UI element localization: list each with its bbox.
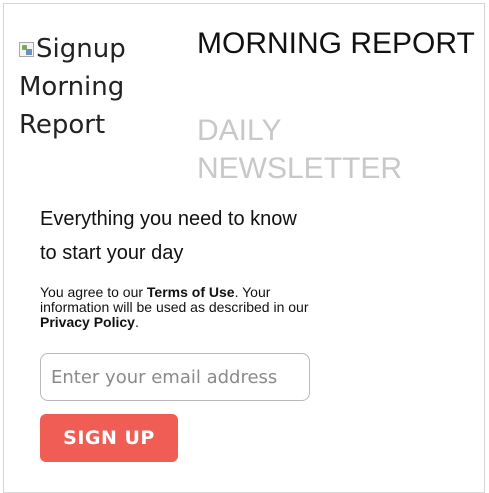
sign-up-button[interactable]: SIGN UP — [40, 414, 178, 462]
logo-image: Signup Morning Report — [19, 30, 169, 144]
terms-of-use-link[interactable]: Terms of Use — [147, 284, 235, 300]
privacy-policy-link[interactable]: Privacy Policy — [40, 314, 135, 330]
newsletter-title: MORNING REPORT — [197, 27, 475, 60]
newsletter-subtitle: DAILY NEWSLETTER — [197, 114, 403, 185]
email-input[interactable] — [40, 353, 310, 401]
terms-suffix: . — [134, 314, 139, 330]
tagline: Everything you need to know to start you… — [40, 208, 297, 264]
terms-prefix: You agree to our — [40, 284, 147, 300]
signup-widget: Signup Morning Report MORNING REPORT DAI… — [3, 3, 485, 493]
broken-image-icon — [19, 42, 34, 57]
logo-alt-text: Signup Morning Report — [19, 34, 126, 140]
terms-notice: You agree to our Terms of Use. Your info… — [40, 285, 330, 330]
